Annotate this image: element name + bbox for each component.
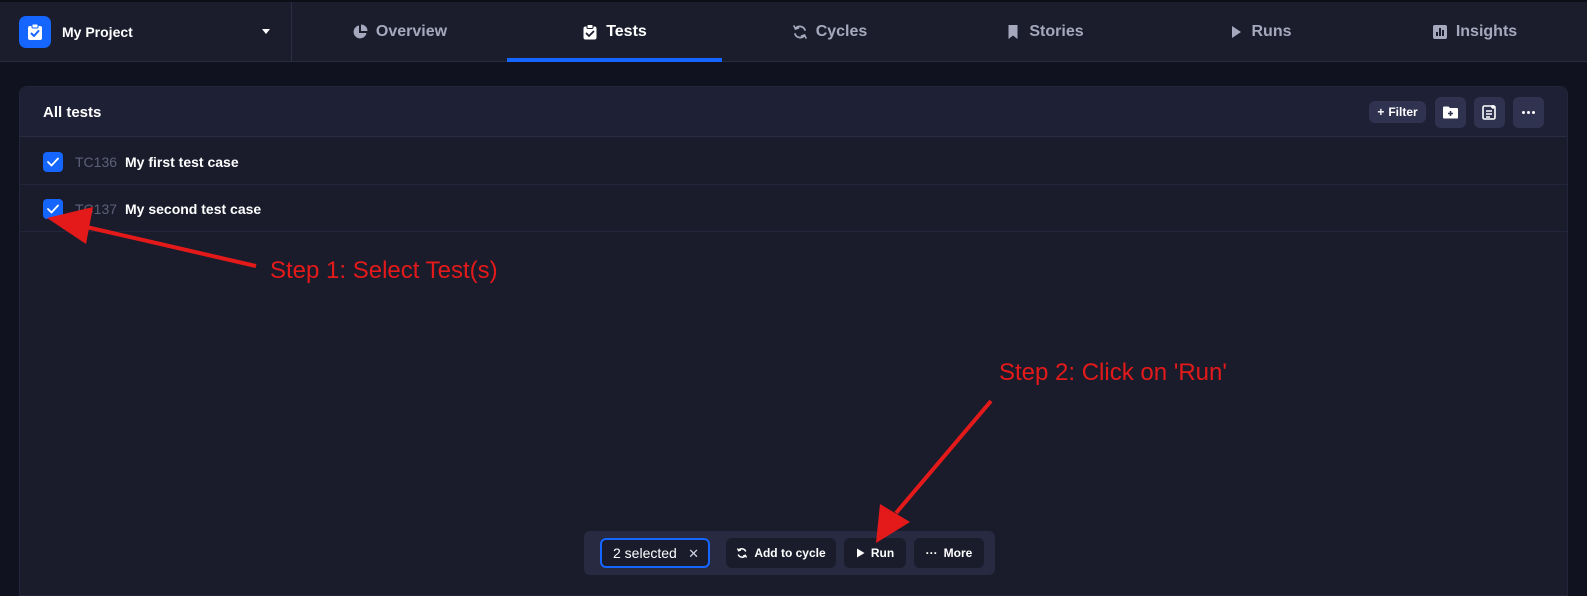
tab-cycles[interactable]: Cycles [722,2,937,62]
tab-label: Insights [1455,23,1518,40]
new-folder-button[interactable] [1435,97,1466,128]
project-selector[interactable]: My Project [0,2,292,62]
tab-label: Stories [1029,23,1084,40]
refresh-icon [737,548,748,558]
tab-insights[interactable]: Insights [1367,2,1582,62]
clipboard-check-icon [583,24,597,40]
selected-count: 2 selected [613,545,677,561]
filter-button[interactable]: + Filter [1369,101,1426,123]
tab-label: Runs [1251,23,1292,40]
bar-chart-icon [1432,25,1447,39]
bookmark-icon [1008,25,1018,39]
test-name[interactable]: My first test case [125,154,239,170]
new-folder-icon [1443,106,1458,119]
plus-icon: + [1377,105,1385,119]
test-name[interactable]: My second test case [125,201,261,217]
tests-panel: All tests + Filter TC136 My first test c… [19,86,1568,596]
run-button[interactable]: Run [844,538,906,568]
new-test-button[interactable] [1474,97,1505,128]
tab-label: Overview [375,23,448,40]
clipboard-check-icon [19,16,51,48]
pie-chart-icon [353,24,368,39]
row-checkbox[interactable] [43,199,63,219]
play-icon [856,548,865,558]
more-label: More [943,546,973,560]
check-icon [47,204,59,214]
filter-label: Filter [1388,105,1418,119]
step1-annotation: Step 1: Select Test(s) [270,257,498,284]
more-button[interactable]: ··· More [914,538,984,568]
caret-down-icon[interactable] [262,29,270,34]
page-title: All tests [43,104,102,121]
more-icon: ··· [925,546,938,560]
tab-overview[interactable]: Overview [292,2,507,62]
row-checkbox[interactable] [43,152,63,172]
tab-label: Cycles [815,23,868,40]
check-icon [47,157,59,167]
play-icon [1231,26,1241,38]
refresh-icon [792,25,807,39]
more-icon [1522,111,1535,114]
table-row[interactable]: TC137 My second test case [20,185,1567,232]
top-navigation-bar: My Project Overview Tests Cycles Stories [0,0,1587,62]
table-row[interactable]: TC136 My first test case [20,138,1567,185]
add-to-cycle-button[interactable]: Add to cycle [726,538,836,568]
tab-stories[interactable]: Stories [937,2,1152,62]
add-to-cycle-label: Add to cycle [754,546,826,560]
panel-header: All tests + Filter [20,87,1567,137]
tab-label: Tests [606,23,647,40]
new-test-icon [1482,105,1496,120]
close-icon[interactable]: ✕ [688,546,699,562]
test-id: TC136 [75,154,118,170]
step2-annotation: Step 2: Click on 'Run' [999,359,1227,386]
tab-runs[interactable]: Runs [1152,2,1367,62]
run-label: Run [870,546,895,560]
project-name: My Project [62,24,133,40]
test-id: TC137 [75,201,118,217]
selection-count-pill[interactable]: 2 selected ✕ [600,538,710,568]
bulk-action-bar: 2 selected ✕ Add to cycle Run ··· More [584,531,995,575]
tab-tests[interactable]: Tests [507,2,722,62]
more-options-button[interactable] [1513,97,1544,128]
